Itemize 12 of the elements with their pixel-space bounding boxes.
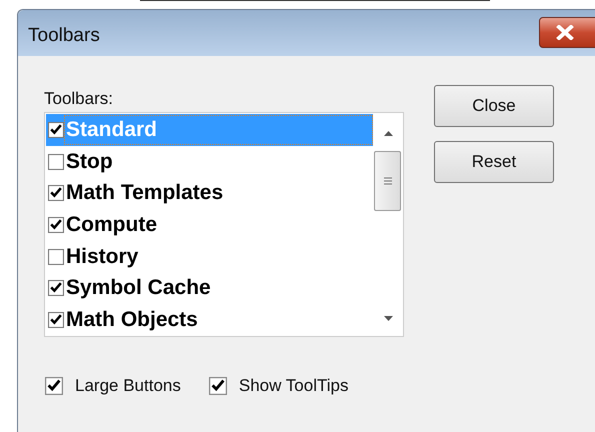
- option-label: Large Buttons: [75, 375, 181, 397]
- option-label: Show ToolTips: [238, 375, 348, 397]
- list-item[interactable]: History: [46, 240, 373, 273]
- dialog-button[interactable]: Reset: [434, 141, 554, 183]
- list-item[interactable]: Compute: [46, 209, 373, 241]
- list-label: Toolbars:: [44, 88, 114, 110]
- dialog-button[interactable]: Close: [434, 85, 554, 127]
- list-item[interactable]: Symbol Cache: [46, 272, 373, 304]
- window-title: Toolbars: [28, 24, 100, 48]
- list-item[interactable]: Math Objects: [46, 304, 373, 336]
- list-item[interactable]: Stop: [46, 146, 373, 178]
- list-item[interactable]: Math Templates: [46, 177, 373, 210]
